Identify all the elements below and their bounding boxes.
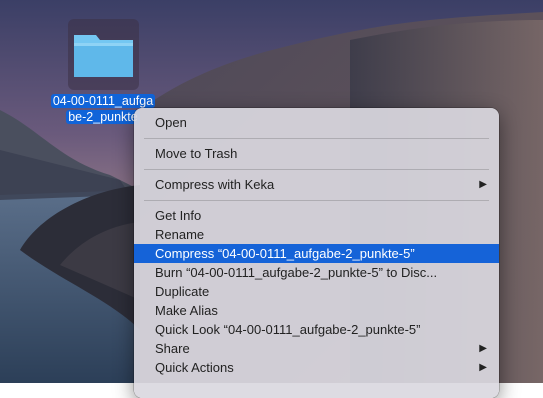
menu-item-make-alias[interactable]: Make Alias: [134, 301, 499, 320]
menu-item-open[interactable]: Open: [134, 113, 499, 132]
menu-item-label: Make Alias: [155, 303, 218, 318]
submenu-chevron-icon: ▶: [479, 362, 487, 373]
menu-item-label: Compress with Keka: [155, 177, 275, 192]
menu-item-rename[interactable]: Rename: [134, 225, 499, 244]
menu-item-label: Open: [155, 115, 187, 130]
menu-separator: [144, 200, 489, 201]
folder-icon[interactable]: [68, 19, 139, 90]
menu-item-label: Quick Look “04-00-0111_aufgabe-2_punkte-…: [155, 322, 421, 337]
menu-item-label: Compress “04-00-0111_aufgabe-2_punkte-5”: [155, 246, 415, 261]
menu-item-get-info[interactable]: Get Info: [134, 206, 499, 225]
folder-label-line2: be-2_punkte: [66, 110, 140, 124]
submenu-chevron-icon: ▶: [479, 343, 487, 354]
menu-item-compress[interactable]: Compress “04-00-0111_aufgabe-2_punkte-5”: [134, 244, 499, 263]
menu-item-quick-look[interactable]: Quick Look “04-00-0111_aufgabe-2_punkte-…: [134, 320, 499, 339]
menu-item-move-to-trash[interactable]: Move to Trash: [134, 144, 499, 163]
menu-item-burn-to-disc[interactable]: Burn “04-00-0111_aufgabe-2_punkte-5” to …: [134, 263, 499, 282]
menu-item-label: Quick Actions: [155, 360, 234, 375]
menu-item-label: Burn “04-00-0111_aufgabe-2_punkte-5” to …: [155, 265, 438, 280]
folder-selection-highlight[interactable]: [68, 19, 139, 90]
submenu-chevron-icon: ▶: [479, 179, 487, 190]
context-menu: Open Move to Trash Compress with Keka ▶ …: [134, 108, 499, 398]
menu-item-label: Get Info: [155, 208, 202, 223]
menu-item-label: Share: [155, 341, 190, 356]
menu-item-duplicate[interactable]: Duplicate: [134, 282, 499, 301]
menu-item-label: Move to Trash: [155, 146, 238, 161]
menu-item-quick-actions[interactable]: Quick Actions ▶: [134, 358, 499, 377]
menu-item-share[interactable]: Share ▶: [134, 339, 499, 358]
menu-item-compress-with-keka[interactable]: Compress with Keka ▶: [134, 175, 499, 194]
menu-separator: [144, 138, 489, 139]
menu-item-label: Duplicate: [155, 284, 210, 299]
folder-label-line1: 04-00-0111_aufga: [50, 94, 156, 108]
menu-separator: [144, 169, 489, 170]
menu-item-label: Rename: [155, 227, 205, 242]
